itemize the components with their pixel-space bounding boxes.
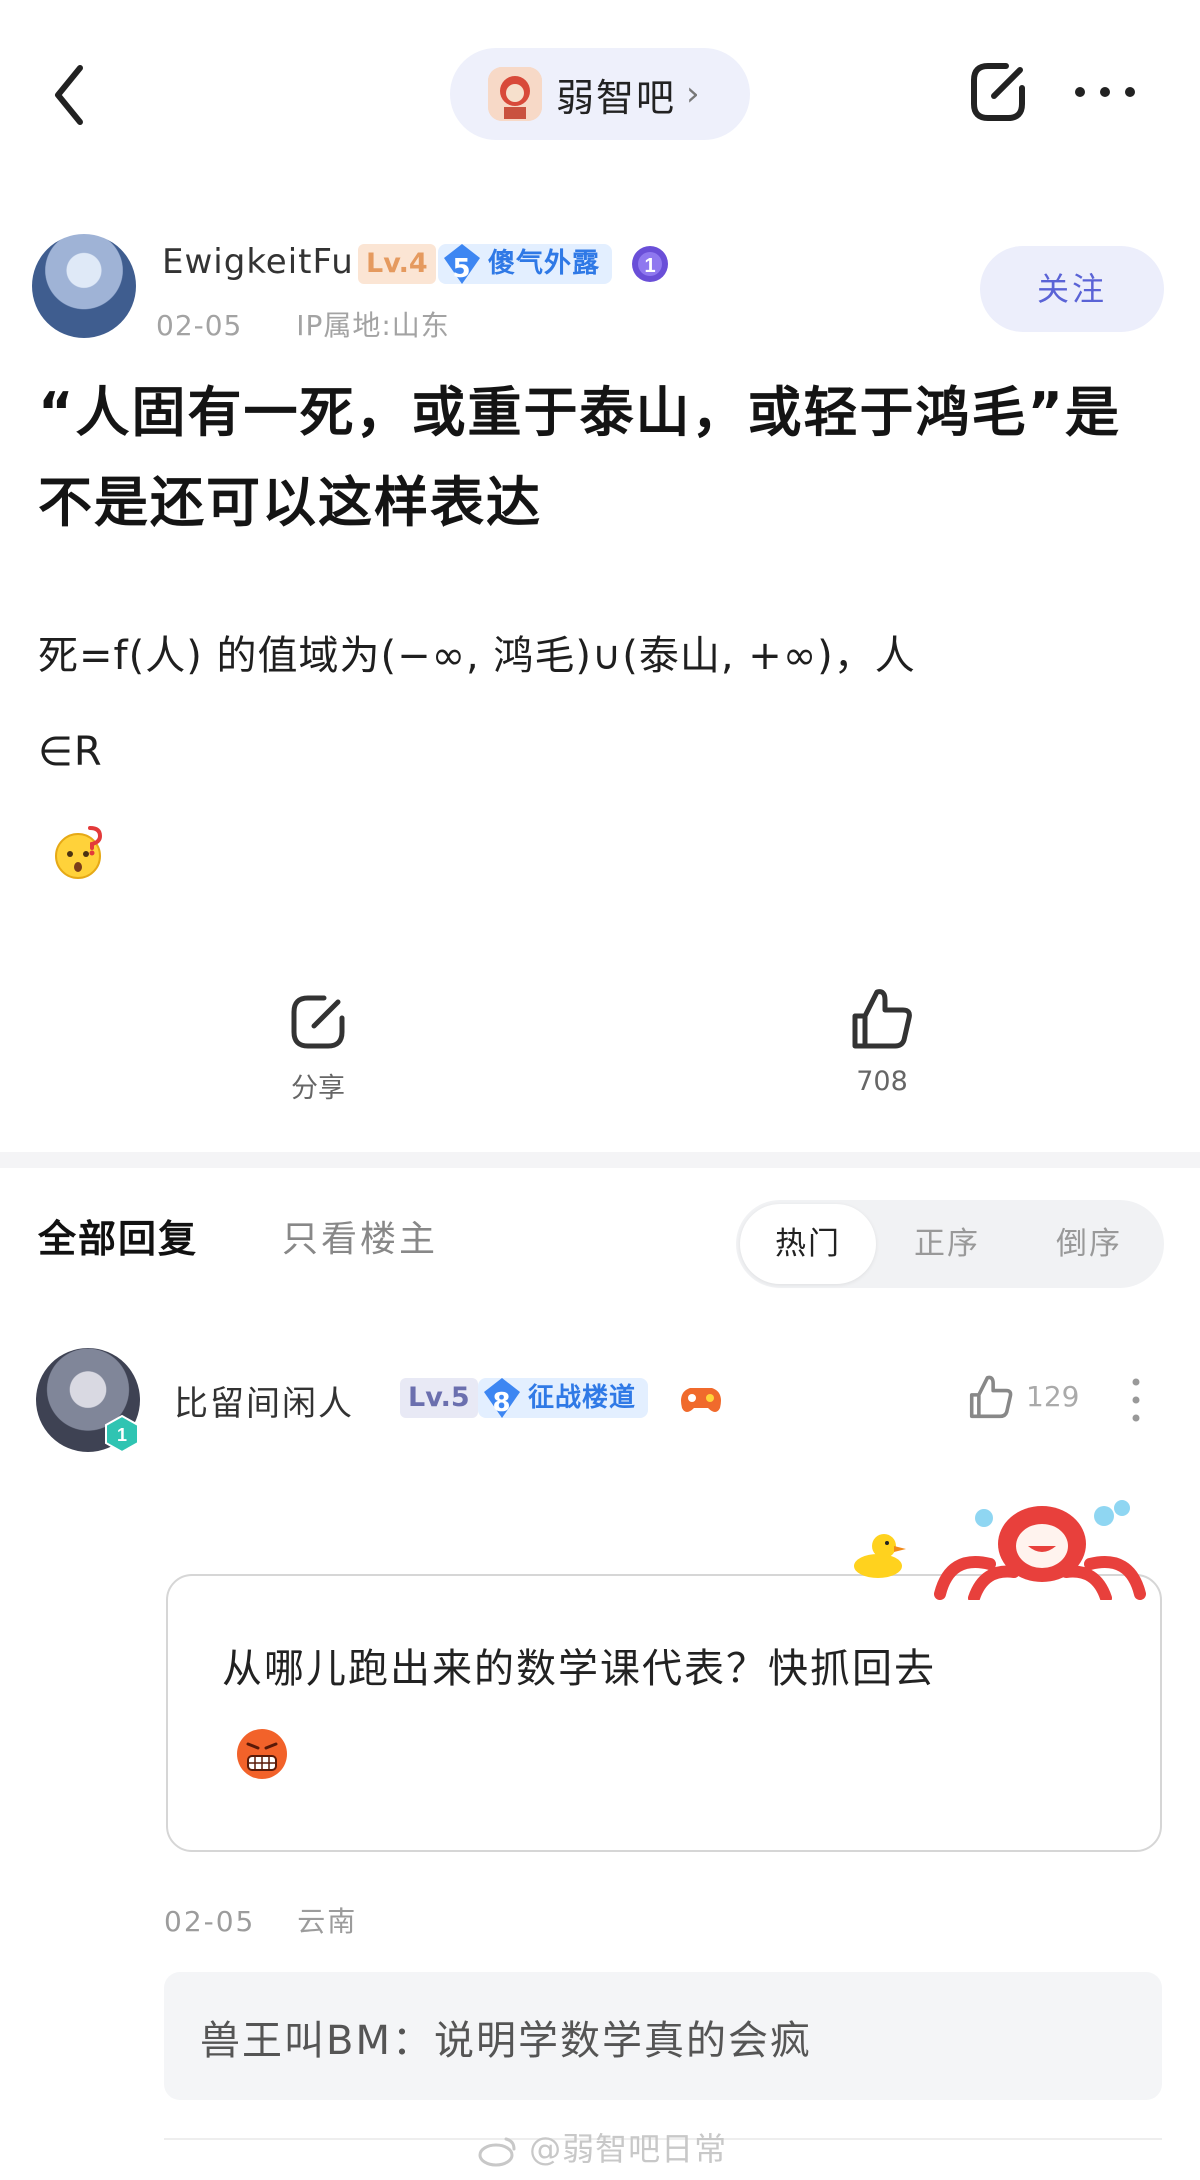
post-body-line: 死=f(人) 的值域为(−∞, 鸿毛)∪(泰山, +∞)，人 — [38, 633, 916, 679]
avatar-badge-number: 1 — [117, 1425, 127, 1445]
ip-location: IP属地:山东 — [296, 309, 450, 342]
level-badge: Lv.5 — [400, 1378, 478, 1418]
sort-ascending-button[interactable]: 正序 — [914, 1204, 980, 1284]
weibo-icon — [478, 2137, 516, 2167]
forum-link[interactable]: 弱智吧 › — [450, 48, 750, 140]
commenter-name[interactable]: 比留间闲人 — [174, 1376, 354, 1425]
author-name[interactable]: EwigkeitFu — [162, 242, 354, 282]
more-horizontal-icon — [1075, 87, 1135, 97]
edit-icon — [971, 63, 1025, 121]
sort-descending-button[interactable]: 倒序 — [1056, 1204, 1122, 1284]
comment-meta: 02-05 云南 — [164, 1900, 357, 1940]
game-controller-icon — [676, 1378, 726, 1418]
chevron-right-icon: › — [686, 74, 700, 114]
share-label: 分享 — [291, 1073, 345, 1104]
forum-avatar-icon — [488, 67, 542, 121]
title-badge-text: 傻气外露 — [488, 248, 600, 279]
title-badge-number: 5 — [452, 254, 472, 284]
more-options-button[interactable] — [1070, 72, 1140, 112]
comment-location: 云南 — [297, 1905, 358, 1938]
share-button[interactable]: 分享 — [276, 990, 360, 1110]
comment-like-button[interactable]: 129 — [966, 1372, 1080, 1424]
author-avatar[interactable] — [32, 234, 136, 338]
duck-decoration-icon — [850, 1528, 910, 1578]
title-badge-text: 征战楼道 — [528, 1383, 637, 1413]
hexagon-badge-icon: 1 — [104, 1414, 140, 1454]
like-count: 708 — [856, 1066, 908, 1097]
post-title: “人固有一死，或重于泰山，或轻于鸿毛”是不是还可以这样表达 — [38, 381, 1121, 534]
section-divider — [0, 1152, 1200, 1168]
angry-face-icon — [234, 1726, 290, 1782]
comment-like-count: 129 — [1026, 1380, 1080, 1413]
chevron-left-icon — [55, 65, 83, 125]
thinking-face-icon — [50, 822, 110, 882]
like-button[interactable]: 708 — [842, 984, 922, 1114]
thumbs-up-icon — [969, 1375, 1013, 1419]
forum-name: 弱智吧 — [556, 75, 677, 120]
edit-button[interactable] — [966, 58, 1030, 126]
post-body: 死=f(人) 的值域为(−∞, 鸿毛)∪(泰山, +∞)，人 ∈R — [38, 608, 1158, 800]
tab-all-replies[interactable]: 全部回复 — [38, 1208, 198, 1263]
comment-bubble — [166, 1574, 1162, 1852]
back-button[interactable] — [46, 60, 96, 130]
diamond-icon: 8 — [482, 1376, 522, 1420]
thumbs-up-icon — [852, 989, 912, 1049]
more-vertical-icon — [1132, 1378, 1140, 1422]
follow-button[interactable]: 关注 — [980, 246, 1164, 332]
post-body-line: ∈R — [38, 729, 103, 775]
comment-more-button[interactable] — [1126, 1376, 1146, 1424]
octopus-decoration-icon — [934, 1494, 1150, 1604]
share-icon — [291, 995, 345, 1049]
watermark: @弱智吧日常 — [478, 2124, 727, 2170]
sort-hot-button[interactable]: 热门 — [740, 1204, 876, 1284]
medal-number: 1 — [644, 255, 655, 277]
comment-date: 02-05 — [164, 1905, 256, 1938]
comment-text: 从哪儿跑出来的数学课代表？快抓回去 — [222, 1646, 936, 1692]
post-meta: 02-05 IP属地:山东 — [156, 304, 450, 344]
level-badge: Lv.4 — [358, 244, 436, 284]
tab-op-only[interactable]: 只看楼主 — [282, 1210, 438, 1262]
title-badge-number: 8 — [492, 1388, 512, 1418]
post-date: 02-05 — [156, 309, 243, 342]
title-badge: 5 傻气外露 — [438, 244, 612, 284]
sub-reply-text: 兽王叫BM：说明学数学真的会疯 — [200, 2018, 812, 2064]
title-badge: 8 征战楼道 — [478, 1376, 649, 1420]
watermark-text: @弱智吧日常 — [529, 2130, 728, 2168]
diamond-icon: 5 — [442, 242, 482, 286]
medal-icon: 1 — [630, 244, 670, 288]
